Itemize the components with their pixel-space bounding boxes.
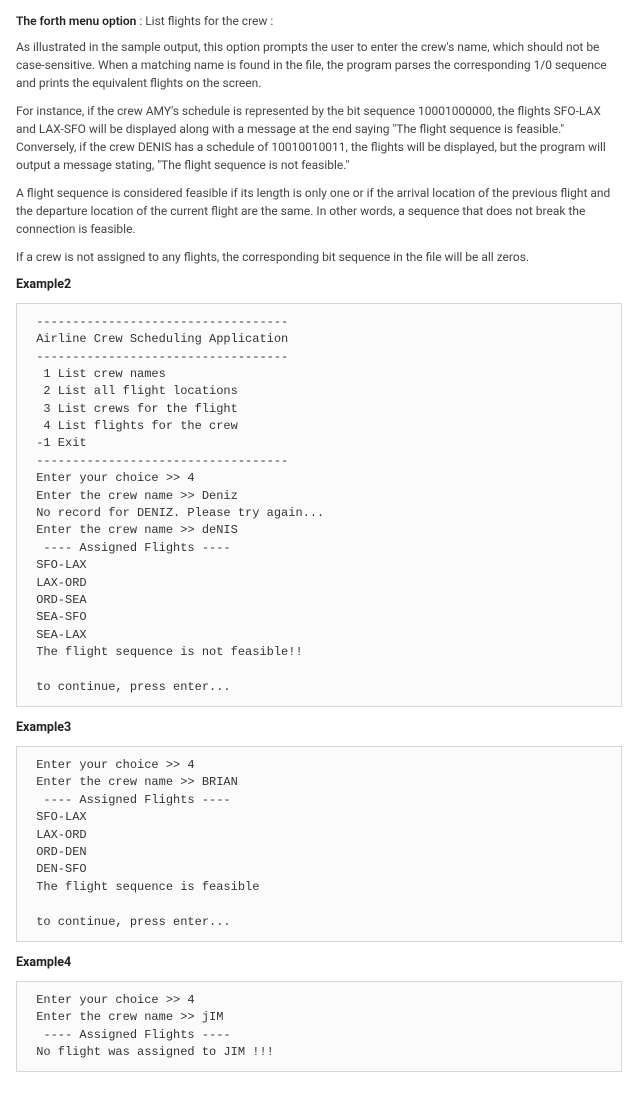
paragraph-2: For instance, if the crew AMY's schedule… xyxy=(16,102,622,174)
intro-bold: The forth menu option xyxy=(16,14,136,28)
example2-heading: Example2 xyxy=(16,276,622,295)
example4-heading: Example4 xyxy=(16,954,622,973)
example2-code: ----------------------------------- Airl… xyxy=(16,303,622,708)
example4-code: Enter your choice >> 4 Enter the crew na… xyxy=(16,981,622,1073)
example3-code: Enter your choice >> 4 Enter the crew na… xyxy=(16,746,622,942)
paragraph-4: If a crew is not assigned to any flights… xyxy=(16,248,622,266)
example3-heading: Example3 xyxy=(16,719,622,738)
intro-line: The forth menu option : List flights for… xyxy=(16,12,622,30)
paragraph-3: A flight sequence is considered feasible… xyxy=(16,184,622,238)
paragraph-1: As illustrated in the sample output, thi… xyxy=(16,38,622,92)
intro-rest: : List flights for the crew : xyxy=(136,14,273,28)
